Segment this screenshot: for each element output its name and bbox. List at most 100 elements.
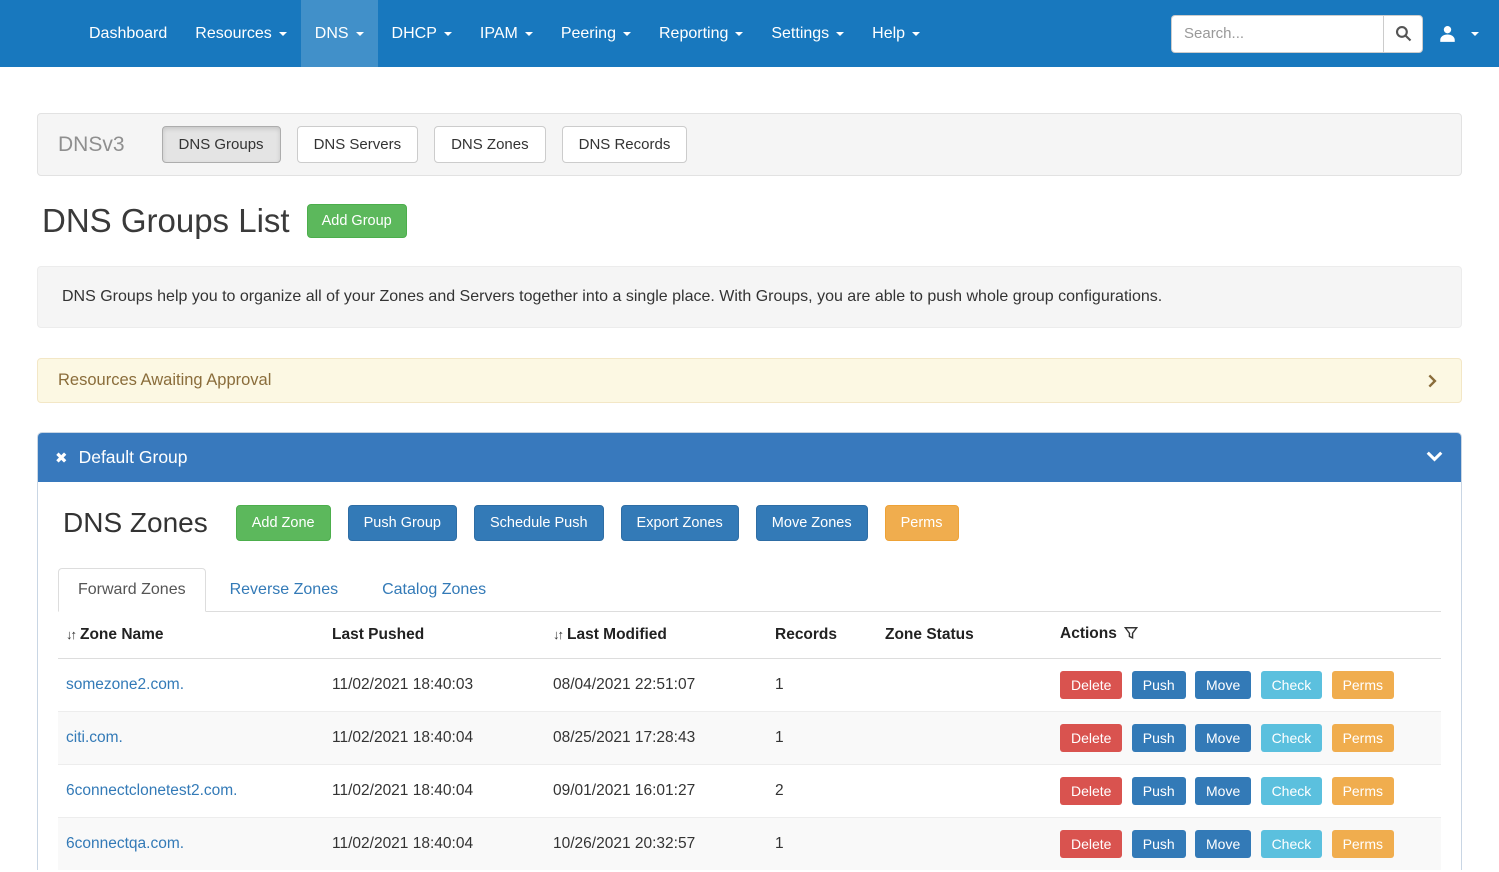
column-header-records[interactable]: Records [767, 612, 877, 659]
perms-button[interactable]: Perms [1332, 830, 1394, 858]
last-modified-cell: 08/04/2021 22:51:07 [545, 659, 767, 712]
zone-name-link[interactable]: 6connectclonetest2.com. [66, 782, 237, 799]
nav-item-label: Settings [771, 25, 829, 43]
top-navbar: Dashboard Resources DNS DHCP IPAM Peerin… [0, 0, 1499, 67]
resources-awaiting-approval-bar[interactable]: Resources Awaiting Approval [37, 358, 1462, 403]
nav-item-peering[interactable]: Peering [547, 0, 645, 67]
check-button[interactable]: Check [1261, 671, 1323, 699]
add-zone-button[interactable]: Add Zone [236, 505, 331, 541]
push-button[interactable]: Push [1132, 671, 1186, 699]
table-row: 6connectqa.com. 11/02/2021 18:40:04 10/2… [58, 818, 1441, 871]
dns-zones-button[interactable]: DNS Zones [434, 126, 546, 163]
move-button[interactable]: Move [1195, 724, 1251, 752]
nav-item-reporting[interactable]: Reporting [645, 0, 757, 67]
chevron-down-icon [525, 32, 533, 36]
tab-forward-zones[interactable]: Forward Zones [58, 568, 206, 612]
nav-item-label: IPAM [480, 25, 518, 43]
column-header-actions[interactable]: Actions [1052, 612, 1441, 659]
chevron-down-icon[interactable] [1425, 448, 1444, 467]
zone-name-link[interactable]: 6connectqa.com. [66, 835, 184, 852]
zone-name-link[interactable]: citi.com. [66, 729, 123, 746]
chevron-down-icon [356, 32, 364, 36]
page-heading-row: DNS Groups List Add Group [42, 202, 1457, 240]
push-button[interactable]: Push [1132, 830, 1186, 858]
dns-groups-button[interactable]: DNS Groups [162, 126, 281, 163]
check-button[interactable]: Check [1261, 777, 1323, 805]
zone-name-cell: citi.com. [58, 712, 324, 765]
sort-icon[interactable]: ↓↑ [66, 627, 75, 642]
tab-catalog-zones[interactable]: Catalog Zones [362, 568, 506, 612]
check-button[interactable]: Check [1261, 830, 1323, 858]
sort-icon[interactable]: ↓↑ [553, 627, 562, 642]
approval-bar-label: Resources Awaiting Approval [58, 371, 271, 390]
delete-button[interactable]: Delete [1060, 671, 1122, 699]
push-button[interactable]: Push [1132, 777, 1186, 805]
delete-button[interactable]: Delete [1060, 724, 1122, 752]
zone-status-cell [877, 818, 1052, 871]
dns-records-button[interactable]: DNS Records [562, 126, 688, 163]
column-header-zone-status[interactable]: Zone Status [877, 612, 1052, 659]
navbar-right [1171, 0, 1499, 67]
move-button[interactable]: Move [1195, 777, 1251, 805]
chevron-down-icon [735, 32, 743, 36]
perms-group-button[interactable]: Perms [885, 505, 959, 541]
export-zones-button[interactable]: Export Zones [621, 505, 739, 541]
dnsv3-toolbar: DNSv3 DNS Groups DNS Servers DNS Zones D… [37, 113, 1462, 176]
chevron-right-icon [1425, 373, 1441, 389]
nav-item-settings[interactable]: Settings [757, 0, 858, 67]
move-button[interactable]: Move [1195, 671, 1251, 699]
group-panel-header[interactable]: ✖ Default Group [38, 433, 1461, 482]
actions-cell: Delete Push Move Check Perms [1052, 712, 1441, 765]
dns-zones-heading: DNS Zones [63, 507, 208, 539]
check-button[interactable]: Check [1261, 724, 1323, 752]
actions-cell: Delete Push Move Check Perms [1052, 818, 1441, 871]
last-pushed-cell: 11/02/2021 18:40:04 [324, 818, 545, 871]
close-icon[interactable]: ✖ [55, 449, 68, 467]
tab-reverse-zones[interactable]: Reverse Zones [210, 568, 359, 612]
nav-item-dns[interactable]: DNS [301, 0, 378, 67]
search-input[interactable] [1171, 15, 1383, 53]
perms-button[interactable]: Perms [1332, 724, 1394, 752]
nav-item-dhcp[interactable]: DHCP [378, 0, 466, 67]
records-cell: 1 [767, 818, 877, 871]
user-menu[interactable] [1438, 24, 1479, 43]
delete-button[interactable]: Delete [1060, 777, 1122, 805]
delete-button[interactable]: Delete [1060, 830, 1122, 858]
dns-servers-button[interactable]: DNS Servers [297, 126, 419, 163]
column-header-last-modified[interactable]: ↓↑Last Modified [545, 612, 767, 659]
column-header-last-pushed[interactable]: Last Pushed [324, 612, 545, 659]
nav-item-label: DHCP [392, 25, 437, 43]
search-group [1171, 15, 1423, 53]
page-title: DNS Groups List [42, 202, 290, 240]
nav-item-ipam[interactable]: IPAM [466, 0, 547, 67]
nav-item-dashboard[interactable]: Dashboard [75, 0, 181, 67]
page-description: DNS Groups help you to organize all of y… [37, 266, 1462, 328]
column-header-zone-name[interactable]: ↓↑Zone Name [58, 612, 324, 659]
zone-name-cell: 6connectclonetest2.com. [58, 765, 324, 818]
add-group-button[interactable]: Add Group [307, 204, 407, 238]
table-row: 6connectclonetest2.com. 11/02/2021 18:40… [58, 765, 1441, 818]
group-panel-title: Default Group [79, 447, 188, 468]
group-panel-body: DNS Zones Add Zone Push Group Schedule P… [38, 482, 1461, 870]
push-group-button[interactable]: Push Group [348, 505, 457, 541]
zone-name-cell: somezone2.com. [58, 659, 324, 712]
search-icon [1395, 25, 1412, 42]
move-button[interactable]: Move [1195, 830, 1251, 858]
filter-icon[interactable] [1124, 627, 1138, 644]
nav-item-help[interactable]: Help [858, 0, 934, 67]
chevron-down-icon [836, 32, 844, 36]
zone-status-cell [877, 712, 1052, 765]
zone-name-cell: 6connectqa.com. [58, 818, 324, 871]
move-zones-button[interactable]: Move Zones [756, 505, 868, 541]
actions-cell: Delete Push Move Check Perms [1052, 659, 1441, 712]
schedule-push-button[interactable]: Schedule Push [474, 505, 604, 541]
zone-name-link[interactable]: somezone2.com. [66, 676, 184, 693]
zones-table: ↓↑Zone Name Last Pushed ↓↑Last Modified … [58, 612, 1441, 870]
perms-button[interactable]: Perms [1332, 777, 1394, 805]
last-pushed-cell: 11/02/2021 18:40:04 [324, 765, 545, 818]
nav-item-resources[interactable]: Resources [181, 0, 300, 67]
search-button[interactable] [1383, 15, 1423, 53]
push-button[interactable]: Push [1132, 724, 1186, 752]
perms-button[interactable]: Perms [1332, 671, 1394, 699]
nav-item-label: Reporting [659, 25, 728, 43]
